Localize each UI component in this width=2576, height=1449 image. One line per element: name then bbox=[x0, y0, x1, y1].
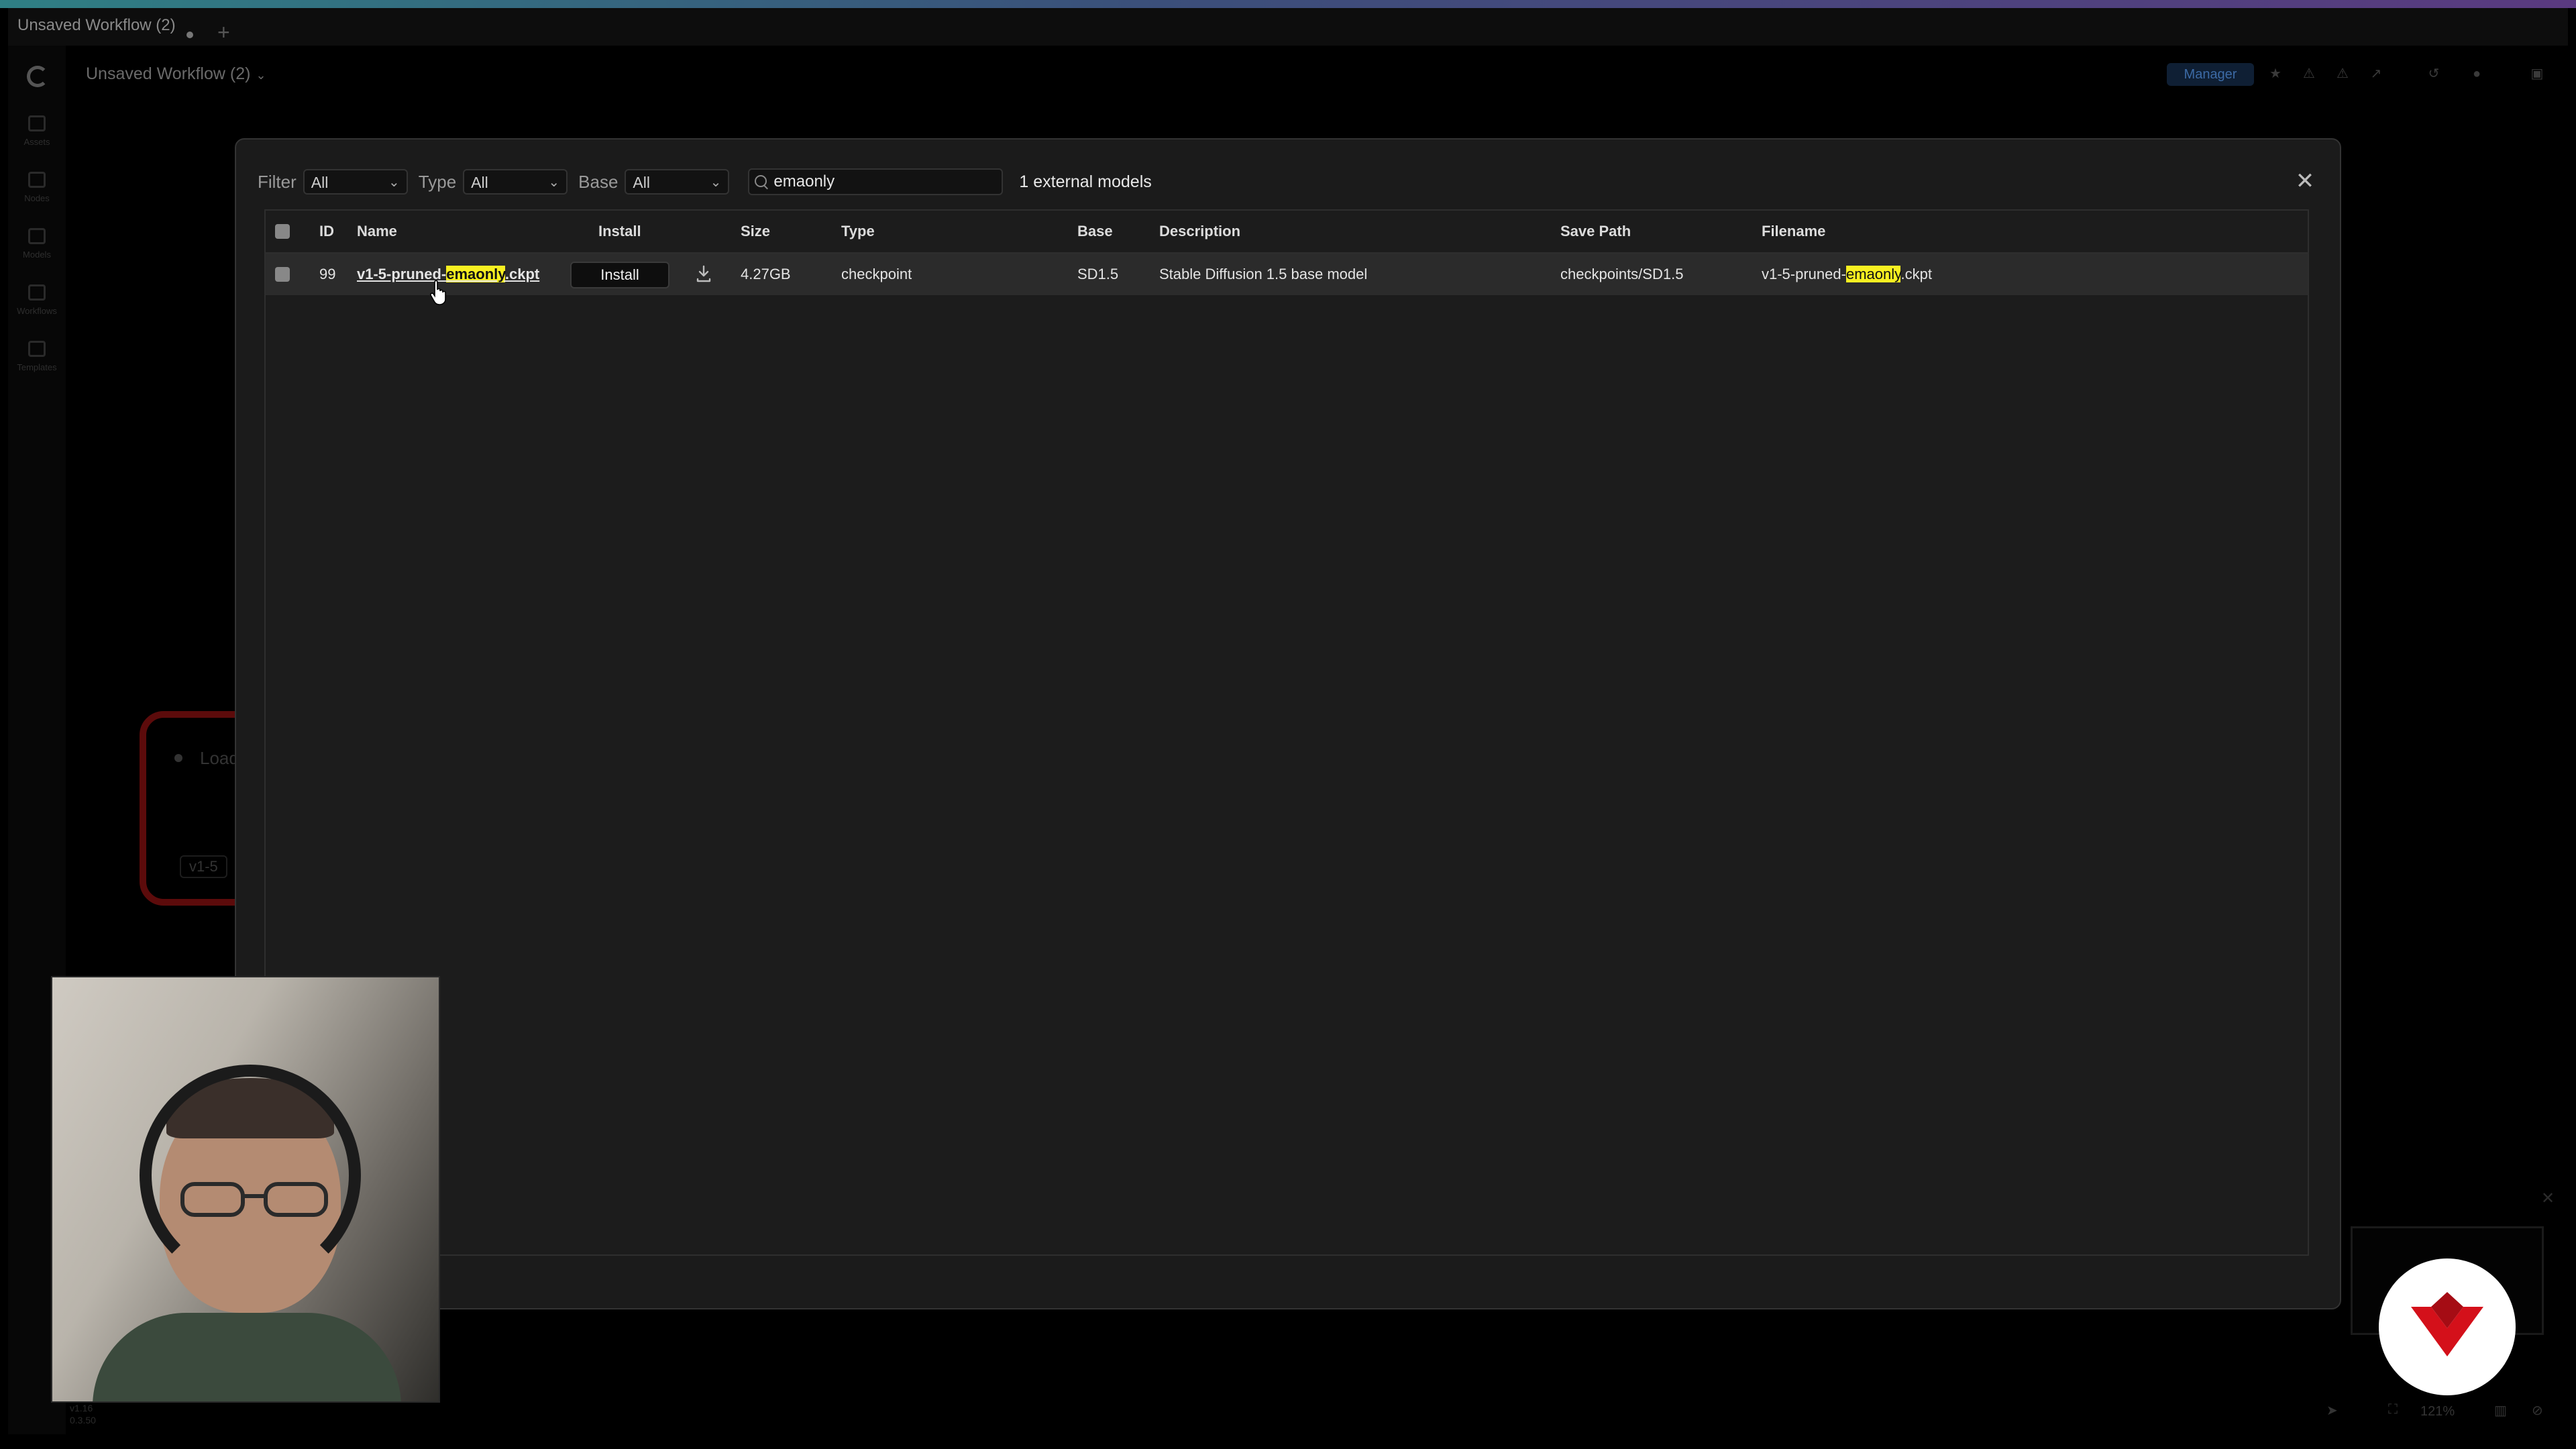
workflows-icon bbox=[28, 284, 46, 301]
install-button[interactable]: Install bbox=[570, 262, 669, 288]
type-select[interactable]: All ⌄ bbox=[463, 169, 568, 195]
model-name-link[interactable]: v1-5-pruned-emaonly.ckpt bbox=[357, 254, 539, 295]
star-icon[interactable]: ★ bbox=[2267, 66, 2284, 82]
filter-select-value: All bbox=[311, 174, 329, 191]
download-icon[interactable] bbox=[695, 264, 712, 283]
alert-icon[interactable]: ⚠ bbox=[2334, 66, 2351, 82]
model-save-path: checkpoints/SD1.5 bbox=[1560, 266, 1684, 282]
user-icon[interactable]: ● bbox=[2469, 66, 2485, 82]
sidebar-item-label: Assets bbox=[23, 137, 50, 147]
model-count: 1 external models bbox=[1019, 172, 1152, 191]
models-table: ID Name Install Size Type Base Descripti… bbox=[264, 209, 2309, 1256]
select-all-checkbox[interactable] bbox=[275, 224, 290, 239]
table-header-row: ID Name Install Size Type Base Descripti… bbox=[266, 211, 2308, 254]
model-size: 4.27GB bbox=[741, 266, 791, 282]
channel-logo-icon bbox=[2411, 1292, 2483, 1356]
chevron-down-icon: ⌄ bbox=[710, 175, 722, 190]
column-header-type[interactable]: Type bbox=[841, 211, 875, 252]
share-icon[interactable]: ↗ bbox=[2368, 66, 2384, 82]
manager-button[interactable]: Manager bbox=[2167, 63, 2254, 86]
version-info: v1.16 0.3.50 bbox=[70, 1402, 96, 1426]
logo-icon bbox=[27, 66, 48, 87]
column-header-description[interactable]: Description bbox=[1159, 211, 1240, 252]
presenter-shirt bbox=[93, 1313, 401, 1401]
window-gradient-border bbox=[0, 0, 2576, 8]
pointer-tool-icon[interactable]: ➤ bbox=[2326, 1402, 2338, 1419]
model-search-box[interactable] bbox=[748, 168, 1004, 195]
sidebar-item-label: Nodes bbox=[24, 193, 50, 203]
filter-label: Filter bbox=[258, 171, 297, 192]
base-select-value: All bbox=[633, 174, 650, 191]
model-filename: v1-5-pruned-emaonly.ckpt bbox=[1762, 254, 1932, 295]
node-status-dot bbox=[174, 754, 182, 762]
base-label: Base bbox=[578, 171, 619, 192]
fit-view-icon[interactable]: ⛶ bbox=[2388, 1402, 2398, 1417]
external-models-dialog: Filter All ⌄ Type All ⌄ Base All ⌄ 1 ext… bbox=[235, 138, 2341, 1309]
version-line: 0.3.50 bbox=[70, 1415, 96, 1426]
sidebar-item-label: Workflows bbox=[17, 306, 57, 316]
sidebar-item-nodes[interactable]: Nodes bbox=[8, 172, 66, 203]
manager-button-label: Manager bbox=[2184, 67, 2237, 82]
sidebar-item-workflows[interactable]: Workflows bbox=[8, 284, 66, 316]
version-line: v1.16 bbox=[70, 1403, 93, 1413]
sidebar-item-models[interactable]: Models bbox=[8, 228, 66, 260]
headphones-icon bbox=[140, 1065, 361, 1286]
filter-bar: Filter All ⌄ Type All ⌄ Base All ⌄ 1 ext… bbox=[258, 166, 1152, 197]
sidebar-item-label: Models bbox=[23, 250, 51, 260]
filename-prefix: v1-5-pruned- bbox=[1762, 266, 1846, 282]
chevron-down-icon: ⌄ bbox=[256, 68, 266, 82]
link-visibility-icon[interactable]: ⊘ bbox=[2532, 1402, 2543, 1419]
search-match-highlight: emaonly bbox=[446, 266, 505, 282]
type-select-value: All bbox=[471, 174, 488, 191]
model-description: Stable Diffusion 1.5 base model bbox=[1159, 266, 1368, 282]
filename-suffix: .ckpt bbox=[1900, 266, 1932, 282]
type-label: Type bbox=[418, 171, 457, 192]
sidebar-item-assets[interactable]: Assets bbox=[8, 115, 66, 147]
new-tab-icon[interactable]: + bbox=[217, 21, 230, 43]
workflow-tab-bar: Unsaved Workflow (2) + bbox=[8, 8, 2568, 46]
close-icon[interactable]: ✕ bbox=[2292, 168, 2318, 195]
sidebar-item-templates[interactable]: Templates bbox=[8, 341, 66, 372]
column-header-id[interactable]: ID bbox=[319, 211, 334, 252]
layout-icon[interactable]: ▥ bbox=[2494, 1402, 2507, 1419]
panel-toggle-icon[interactable]: ▣ bbox=[2529, 66, 2545, 82]
warning-icon[interactable]: ⚠ bbox=[2301, 66, 2317, 82]
column-header-install[interactable]: Install bbox=[598, 211, 641, 252]
column-header-save-path[interactable]: Save Path bbox=[1560, 211, 1631, 252]
unsaved-dot-icon bbox=[186, 32, 193, 38]
model-base: SD1.5 bbox=[1077, 266, 1119, 282]
history-icon[interactable]: ↺ bbox=[2426, 66, 2442, 82]
channel-badge bbox=[2379, 1258, 2516, 1395]
workflow-title-text: Unsaved Workflow (2) bbox=[86, 64, 251, 83]
workflow-title[interactable]: Unsaved Workflow (2) ⌄ bbox=[86, 64, 266, 84]
base-select[interactable]: All ⌄ bbox=[625, 169, 730, 195]
sidebar-item-label: Templates bbox=[17, 362, 57, 372]
assets-icon bbox=[28, 115, 46, 131]
model-name-suffix: .ckpt bbox=[504, 266, 540, 282]
column-header-base[interactable]: Base bbox=[1077, 211, 1113, 252]
workflow-tab[interactable]: Unsaved Workflow (2) bbox=[17, 16, 176, 35]
column-header-name[interactable]: Name bbox=[357, 211, 397, 252]
nodes-icon bbox=[28, 172, 46, 188]
search-icon bbox=[755, 175, 767, 187]
filter-select[interactable]: All ⌄ bbox=[303, 169, 408, 195]
column-header-filename[interactable]: Filename bbox=[1762, 211, 1825, 252]
models-icon bbox=[28, 228, 46, 244]
webcam-overlay bbox=[51, 976, 440, 1403]
chevron-down-icon: ⌄ bbox=[548, 175, 560, 190]
chevron-down-icon: ⌄ bbox=[388, 175, 400, 190]
node-widget-value[interactable]: v1-5 bbox=[180, 855, 227, 878]
model-type: checkpoint bbox=[841, 266, 912, 282]
minimap-close-icon[interactable]: ✕ bbox=[2541, 1189, 2555, 1208]
table-row[interactable]: 99 v1-5-pruned-emaonly.ckpt Install 4.27… bbox=[266, 254, 2308, 295]
node-title: Load bbox=[200, 748, 239, 768]
row-checkbox[interactable] bbox=[275, 267, 290, 282]
column-header-size[interactable]: Size bbox=[741, 211, 770, 252]
search-match-highlight: emaonly bbox=[1845, 266, 1901, 282]
model-name-prefix: v1-5-pruned- bbox=[357, 266, 447, 282]
zoom-level[interactable]: 121% bbox=[2420, 1404, 2455, 1419]
model-id: 99 bbox=[319, 266, 336, 282]
templates-icon bbox=[28, 341, 46, 357]
search-input[interactable] bbox=[773, 171, 996, 193]
